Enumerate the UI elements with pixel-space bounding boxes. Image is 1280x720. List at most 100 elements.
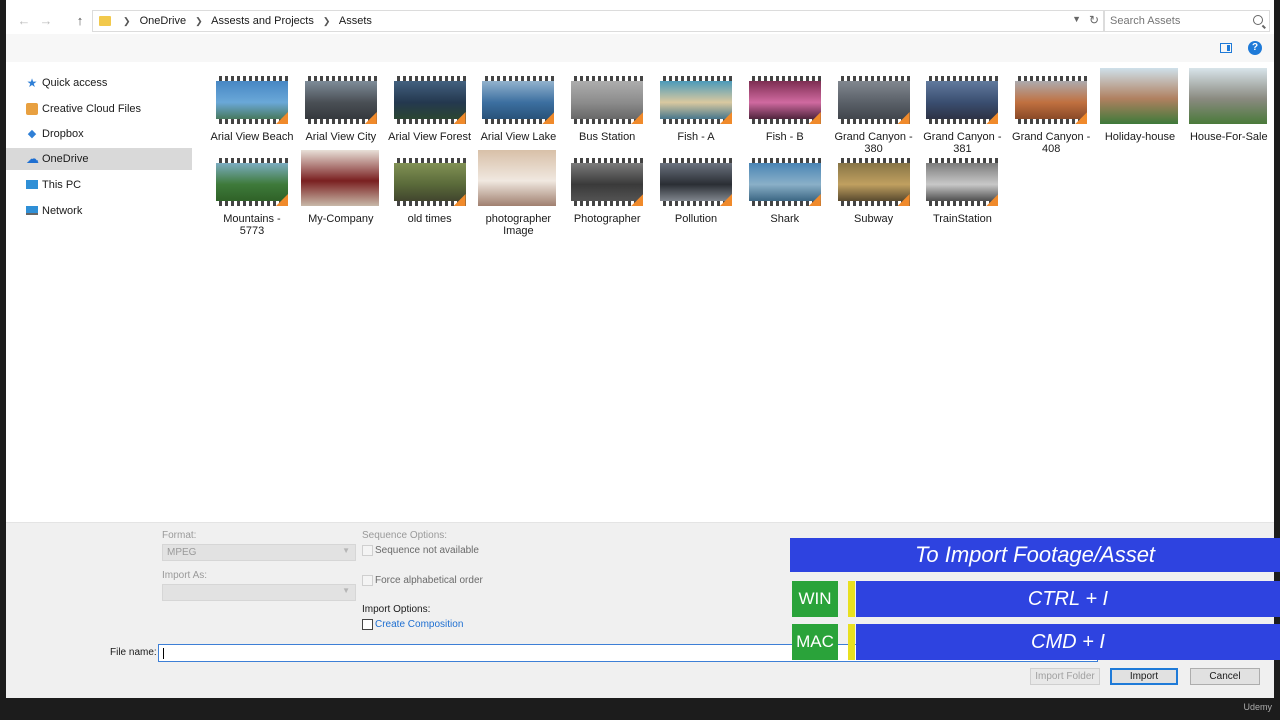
file-item[interactable]: Mountains - 5773 [210,150,294,237]
search-input[interactable] [1110,14,1245,28]
nav-item-label: Network [42,205,83,217]
file-item[interactable]: old times [388,150,472,232]
format-label: Format: [162,530,197,541]
import-as-select: ▼ [162,584,356,601]
file-item[interactable]: Fish - A [654,68,738,150]
file-item[interactable]: photographer Image [476,150,560,237]
file-item[interactable]: Arial View Beach [210,68,294,150]
filmstrip-edge [837,158,910,163]
nav-item-label: Quick access [42,77,108,89]
nav-item-quick-access[interactable]: ★ Quick access [6,72,192,94]
chevron-down-icon: ▼ [342,586,350,595]
crumb-assets[interactable]: Assets [339,15,372,27]
image-thumbnail [300,150,379,206]
up-arrow-icon[interactable]: ↑ [72,13,88,29]
mac-key-label: MAC [792,624,838,660]
file-name: Pollution [674,213,718,225]
star-icon: ★ [26,76,38,90]
chevron-down-icon[interactable]: ▼ [1072,14,1081,24]
file-item[interactable]: Subway [832,150,916,232]
video-thumbnail [660,158,732,206]
nav-item-network[interactable]: Network [6,200,192,222]
file-item[interactable]: Grand Canyon - 381 [920,68,1004,155]
pc-icon [26,180,38,189]
video-thumbnail [748,158,821,206]
file-item[interactable]: Pollution [654,150,738,232]
image-thumbnail [1188,68,1267,124]
file-item[interactable]: TrainStation [920,150,1004,232]
file-item[interactable]: Arial View City [299,68,383,150]
video-thumbnail [837,158,910,206]
video-thumbnail [1015,76,1088,124]
filmstrip-edge [1015,76,1088,81]
help-icon[interactable]: ? [1248,41,1262,55]
filmstrip-edge [393,158,466,163]
filmstrip-edge [837,76,910,81]
filmstrip-edge [660,158,732,163]
forward-arrow-icon[interactable]: → [38,13,54,29]
file-item[interactable]: Fish - B [743,68,827,150]
chevron-right-icon: ❯ [322,16,331,26]
filmstrip-edge [748,158,821,163]
import-button[interactable]: Import [1110,668,1178,685]
video-thumbnail [571,158,644,206]
nav-item-label: This PC [42,179,82,191]
alphabetical-checkbox [362,575,373,586]
filmstrip-edge [482,76,555,81]
file-item[interactable]: Grand Canyon - 380 [832,68,916,155]
nav-item-onedrive[interactable]: ☁ OneDrive [6,148,192,170]
file-item[interactable]: Arial View Forest [388,68,472,150]
create-composition-checkbox[interactable] [362,619,373,630]
filmstrip-edge [393,76,466,81]
video-thumbnail [482,76,555,124]
file-item[interactable]: Bus Station [565,68,649,150]
mac-accent-bar [848,624,855,660]
import-as-label: Import As: [162,570,208,581]
win-shortcut: CTRL + I [856,581,1280,617]
file-item[interactable]: Grand Canyon - 408 [1009,68,1093,155]
search-icon[interactable] [1253,15,1263,25]
breadcrumb: ❯ OneDrive ❯ Assests and Projects ❯ Asse… [117,15,372,27]
nav-item-label: Creative Cloud Files [42,103,142,115]
file-name: Subway [854,213,894,225]
crumb-assets-and-projects[interactable]: Assests and Projects [211,15,314,27]
file-item[interactable]: My-Company [299,150,383,232]
onedrive-icon: ☁ [26,151,39,166]
nav-item-this-pc[interactable]: This PC [6,174,192,196]
file-item[interactable]: House-For-Sale [1187,68,1271,150]
file-item[interactable]: Shark [743,150,827,232]
cancel-button[interactable]: Cancel [1190,668,1260,685]
filmstrip-edge [748,76,821,81]
back-arrow-icon[interactable]: ← [16,13,32,29]
file-name: Holiday-house [1104,131,1176,143]
file-name: Mountains - 5773 [223,213,281,237]
filmstrip-edge [304,76,377,81]
file-item[interactable]: Arial View Lake [476,68,560,150]
network-icon [26,206,38,215]
sequence-checkbox-label: Sequence not available [375,545,479,556]
file-item[interactable]: Holiday-house [1098,68,1182,150]
video-thumbnail [926,76,999,124]
search-box [1104,10,1270,32]
media-badge-icon [1075,112,1088,124]
create-composition-label[interactable]: Create Composition [375,619,463,630]
preview-pane-icon[interactable] [1220,43,1232,53]
address-bar[interactable]: ❯ OneDrive ❯ Assests and Projects ❯ Asse… [92,10,1104,32]
crumb-onedrive[interactable]: OneDrive [140,15,186,27]
file-list: Arial View Beach Arial View City Arial Vie… [210,68,1274,520]
file-name: My-Company [308,213,374,225]
import-folder-button[interactable]: Import Folder [1030,668,1100,685]
file-name: Grand Canyon - 408 [1012,131,1091,155]
nav-item-label: OneDrive [42,153,89,165]
video-thumbnail [571,76,644,124]
chevron-right-icon: ❯ [195,16,203,26]
refresh-icon[interactable]: ↻ [1089,13,1099,27]
video-thumbnail [216,76,288,124]
nav-item-creative-cloud-files[interactable]: Creative Cloud Files [6,98,192,120]
file-item[interactable]: Photographer [565,150,649,232]
dropbox-icon: ◆ [27,128,37,140]
folder-icon [99,16,111,26]
file-name-label: File name: [110,647,157,658]
nav-item-dropbox[interactable]: ◆ Dropbox [6,123,192,145]
chevron-right-icon: ❯ [123,16,131,26]
